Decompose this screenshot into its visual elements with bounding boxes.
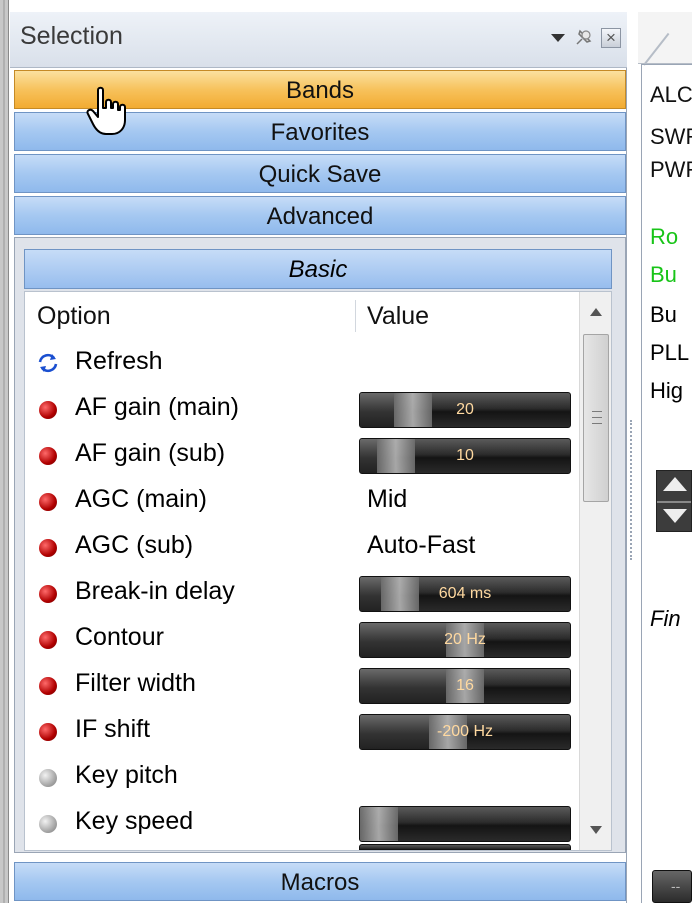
column-header-value[interactable]: Value — [367, 292, 429, 340]
status-line-1: Ro — [650, 224, 679, 249]
column-separator[interactable] — [355, 300, 356, 332]
down-arrow-icon[interactable] — [663, 509, 687, 523]
option-label: Contour — [75, 623, 164, 651]
slider-value: 10 — [456, 447, 474, 464]
option-row-filter-width[interactable]: Filter width 16 — [25, 662, 577, 708]
contour-slider[interactable]: 20 Hz — [359, 622, 571, 658]
red-dot-icon — [39, 539, 57, 557]
option-label: Key speed — [75, 807, 194, 835]
refresh-icon — [38, 353, 58, 373]
gray-dot-icon — [39, 769, 57, 787]
panel-title: Selection — [20, 22, 123, 50]
scrollbar-thumb[interactable] — [583, 334, 609, 502]
title-controls: × — [551, 26, 621, 50]
gray-dot-icon — [39, 815, 57, 833]
af-gain-sub-slider[interactable]: 10 — [359, 438, 571, 474]
meter-label-alc: ALC — [650, 82, 692, 107]
option-row-agc-sub[interactable]: AGC (sub) Auto-Fast — [25, 524, 577, 570]
status-line-2: Bu — [650, 262, 677, 287]
option-label: IF shift — [75, 715, 151, 743]
meter-label-swr: SWR — [650, 124, 692, 149]
meter-label-pwr: PWR — [650, 157, 692, 182]
bottom-control[interactable]: -- — [652, 870, 692, 903]
option-label: Filter width — [75, 669, 196, 697]
right-panel-tab[interactable] — [638, 12, 692, 64]
red-dot-icon — [39, 585, 57, 603]
column-header-option[interactable]: Option — [37, 292, 111, 340]
slider-value: 20 Hz — [444, 631, 486, 648]
selection-title-bar: Selection × — [10, 12, 627, 68]
pin-icon[interactable] — [571, 26, 595, 50]
option-label: Break-in delay — [75, 577, 235, 605]
group-quick-save-button[interactable]: Quick Save — [14, 154, 626, 193]
slider-value: 20 — [456, 401, 474, 418]
status-line-5: Hig — [650, 378, 684, 403]
break-in-delay-slider[interactable]: 604 ms — [359, 576, 571, 612]
option-row-af-gain-main[interactable]: AF gain (main) 20 — [25, 386, 577, 432]
group-bands-button[interactable]: Bands — [14, 70, 626, 109]
fine-label: Fin — [650, 606, 681, 631]
grip-line — [592, 411, 602, 412]
option-label: AF gain (sub) — [75, 439, 226, 467]
red-dot-icon — [39, 723, 57, 741]
af-gain-main-slider[interactable]: 20 — [359, 392, 571, 428]
key-speed-slider[interactable] — [359, 806, 571, 842]
option-row-af-gain-sub[interactable]: AF gain (sub) 10 — [25, 432, 577, 478]
option-row-contour[interactable]: Contour 20 Hz — [25, 616, 577, 662]
grip-line — [592, 417, 602, 418]
agc-sub-value[interactable]: Auto-Fast — [367, 531, 475, 560]
close-icon[interactable]: × — [601, 28, 621, 48]
panel-splitter[interactable] — [630, 420, 632, 560]
slider-value: 16 — [456, 677, 474, 694]
red-dot-icon — [39, 493, 57, 511]
option-row-break-in-delay[interactable]: Break-in delay 604 ms — [25, 570, 577, 616]
option-row-if-shift[interactable]: IF shift -200 Hz — [25, 708, 577, 754]
up-down-buttons[interactable] — [656, 470, 692, 532]
grip-line — [592, 423, 602, 424]
divider — [657, 501, 691, 503]
option-row-key-speed[interactable]: Key speed — [25, 800, 577, 846]
option-row-agc-main[interactable]: AGC (main) Mid — [25, 478, 577, 524]
slider-thumb[interactable] — [360, 807, 398, 841]
options-grid: Option Value Refresh AF gain (main) 20 A… — [24, 291, 612, 851]
red-dot-icon — [39, 631, 57, 649]
basic-category-header[interactable]: Basic — [24, 249, 612, 289]
group-macros-button[interactable]: Macros — [14, 862, 626, 901]
if-shift-slider[interactable]: -200 Hz — [359, 714, 571, 750]
option-label: AF gain (main) — [75, 393, 239, 421]
options-scrollbar[interactable] — [579, 292, 611, 850]
red-dot-icon — [39, 447, 57, 465]
group-advanced-button[interactable]: Advanced — [14, 196, 626, 235]
status-line-3: Bu — [650, 302, 677, 327]
status-line-4: PLL — [650, 340, 690, 365]
filter-width-slider[interactable]: 16 — [359, 668, 571, 704]
window-left-border — [0, 0, 9, 903]
option-label: Refresh — [75, 347, 163, 375]
up-arrow-icon[interactable] — [663, 477, 687, 491]
red-dot-icon — [39, 677, 57, 695]
next-row-slider-partial[interactable] — [359, 844, 571, 850]
group-favorites-button[interactable]: Favorites — [14, 112, 626, 151]
option-label: Key pitch — [75, 761, 178, 789]
option-row-key-pitch[interactable]: Key pitch — [25, 754, 577, 800]
agc-main-value[interactable]: Mid — [367, 485, 407, 514]
option-label: AGC (main) — [75, 485, 207, 513]
slider-value: -200 Hz — [436, 723, 494, 740]
scroll-down-arrow-icon[interactable] — [590, 826, 602, 834]
red-dot-icon — [39, 401, 57, 419]
dropdown-arrow-icon[interactable] — [551, 34, 565, 42]
slider-value: 604 ms — [438, 585, 492, 602]
scroll-up-arrow-icon[interactable] — [590, 308, 602, 316]
option-row-refresh[interactable]: Refresh — [25, 340, 577, 386]
option-label: AGC (sub) — [75, 531, 194, 559]
